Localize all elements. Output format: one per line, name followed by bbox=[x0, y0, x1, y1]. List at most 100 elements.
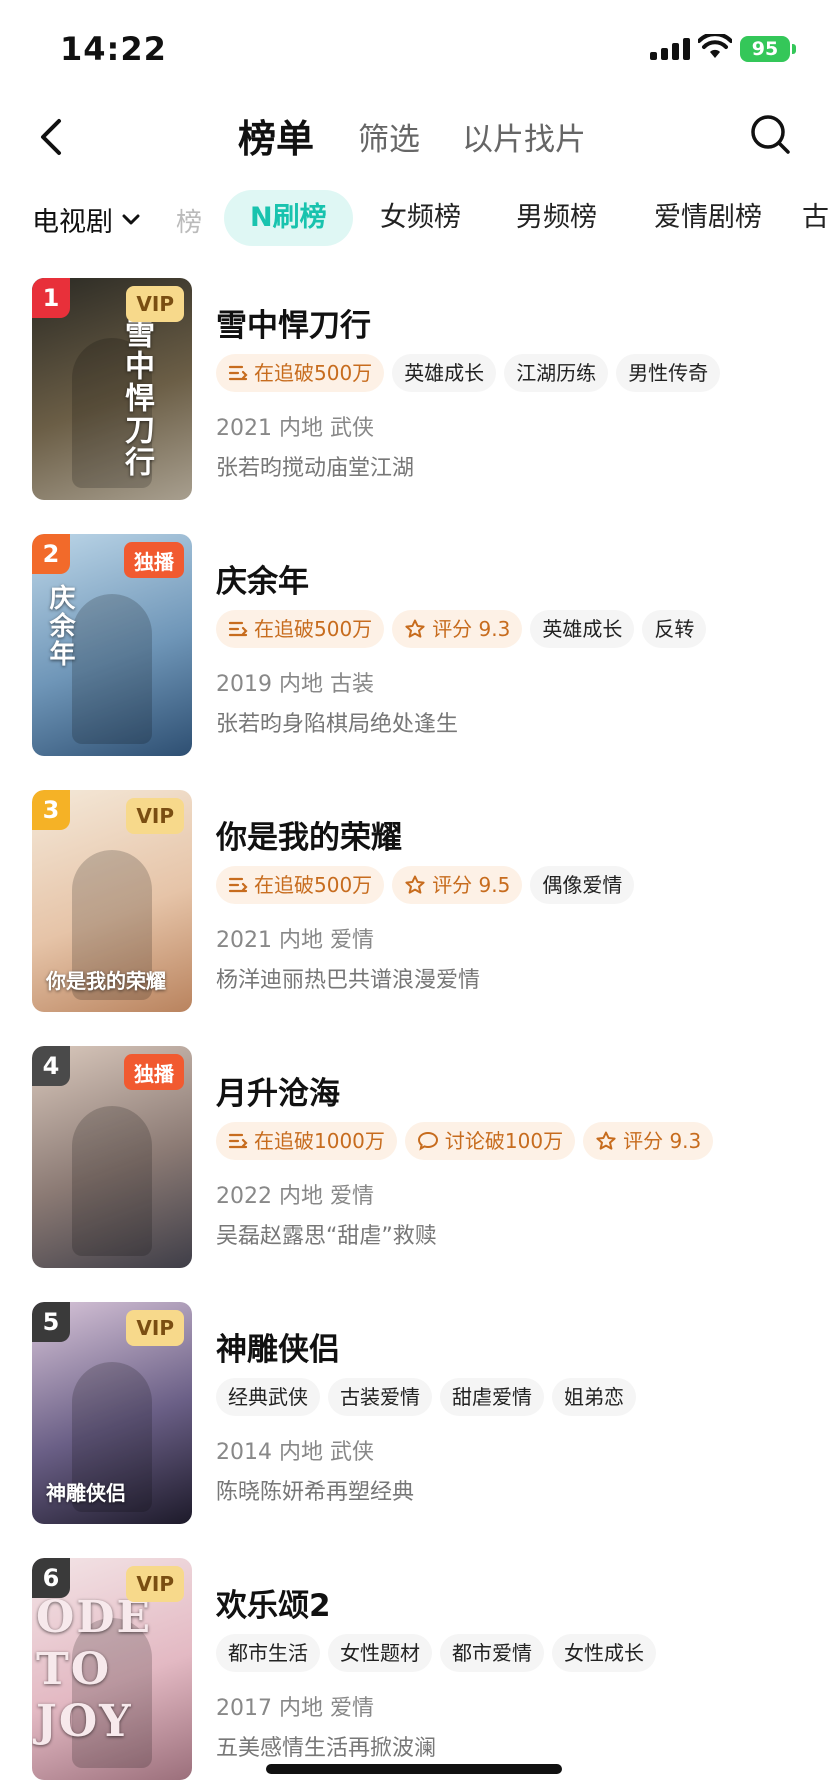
list-item[interactable]: 你是我的荣耀 3 VIP 你是我的荣耀 在追破500万 评分 9.5 偶像爱情 20… bbox=[0, 790, 828, 1020]
dropdown-label: 电视剧 bbox=[32, 207, 113, 238]
show-meta: 2014 内地 武侠 bbox=[216, 1440, 374, 1465]
poster-image[interactable]: ODE TO JOY 6 VIP bbox=[32, 1558, 192, 1780]
poster-figure bbox=[72, 1106, 152, 1256]
tag-chip[interactable]: 江湖历练 bbox=[504, 354, 609, 392]
vip-badge: VIP bbox=[126, 798, 184, 834]
tag-chip[interactable]: 偶像爱情 bbox=[530, 866, 635, 904]
battery-icon: 95 bbox=[740, 36, 796, 62]
tag-chip[interactable]: 反转 bbox=[642, 610, 707, 648]
chevron-left-icon bbox=[41, 119, 61, 155]
tag-chip[interactable]: 甜虐爱情 bbox=[440, 1378, 544, 1416]
show-title[interactable]: 月升沧海 bbox=[216, 1068, 340, 1113]
tag-chip[interactable]: 英雄成长 bbox=[530, 610, 635, 648]
home-indicator bbox=[266, 1764, 562, 1774]
top-nav: 榜单 筛选 以片找片 bbox=[0, 96, 828, 192]
tab-filter[interactable]: 筛选 bbox=[358, 114, 420, 159]
poster-image[interactable]: 神雕侠侣 5 VIP bbox=[32, 1302, 192, 1524]
rank-badge: 6 bbox=[32, 1558, 70, 1598]
show-title[interactable]: 神雕侠侣 bbox=[216, 1324, 340, 1369]
tag-chip-label: 江湖历练 bbox=[516, 361, 597, 385]
content-type-dropdown[interactable]: 电视剧 bbox=[32, 200, 141, 239]
show-description: 陈晓陈妍希再塑经典 bbox=[216, 1480, 415, 1505]
star-icon bbox=[595, 1131, 617, 1151]
tab-male-ranking[interactable]: 男频榜 bbox=[490, 190, 623, 246]
battery-level: 95 bbox=[751, 38, 779, 60]
tag-chips: 在追破500万 评分 9.5 偶像爱情 bbox=[216, 866, 635, 904]
tag-chip-label: 都市生活 bbox=[228, 1641, 308, 1665]
rank-badge: 5 bbox=[32, 1302, 70, 1342]
tag-chip[interactable]: 在追破500万 bbox=[216, 866, 385, 904]
tag-chip-label: 偶像爱情 bbox=[542, 873, 623, 897]
show-title[interactable]: 欢乐颂2 bbox=[216, 1580, 331, 1625]
show-description: 杨洋迪丽热巴共谱浪漫爱情 bbox=[216, 968, 481, 993]
tag-chip[interactable]: 古装爱情 bbox=[328, 1378, 432, 1416]
tag-chips: 在追破500万 评分 9.3 英雄成长 反转 bbox=[216, 610, 707, 648]
tag-chip[interactable]: 女性成长 bbox=[552, 1634, 656, 1672]
exclusive-badge: 独播 bbox=[124, 542, 184, 578]
show-description: 吴磊赵露思“甜虐”救赎 bbox=[216, 1224, 437, 1249]
poster-image[interactable]: 你是我的荣耀 3 VIP bbox=[32, 790, 192, 1012]
tag-chip[interactable]: 英雄成长 bbox=[392, 354, 497, 392]
tab-female-ranking[interactable]: 女频榜 bbox=[354, 190, 487, 246]
tag-chip[interactable]: 经典武侠 bbox=[216, 1378, 320, 1416]
tag-chip-label: 评分 9.3 bbox=[432, 617, 511, 641]
rank-badge: 1 bbox=[32, 278, 70, 318]
poster-title-text: 庆余年 bbox=[45, 584, 75, 668]
tag-chip[interactable]: 在追破500万 bbox=[216, 354, 385, 392]
poster-image[interactable]: 庆余年 2 独播 bbox=[32, 534, 192, 756]
tab-n-rewatch-ranking[interactable]: N刷榜 bbox=[224, 190, 353, 246]
poster-figure bbox=[72, 594, 152, 744]
tag-chip-label: 评分 9.3 bbox=[623, 1129, 702, 1153]
tag-chip-label: 英雄成长 bbox=[404, 361, 485, 385]
tab-partial-right[interactable]: 古 bbox=[792, 190, 828, 246]
chat-icon bbox=[417, 1131, 439, 1151]
search-icon[interactable] bbox=[748, 110, 792, 160]
tag-chip-label: 甜虐爱情 bbox=[452, 1385, 532, 1409]
tag-chip[interactable]: 讨论破100万 bbox=[404, 1122, 576, 1160]
tag-chip[interactable]: 女性题材 bbox=[328, 1634, 432, 1672]
vip-badge: VIP bbox=[126, 1310, 184, 1346]
rank-badge: 3 bbox=[32, 790, 70, 830]
tag-chip-label: 女性成长 bbox=[564, 1641, 644, 1665]
tag-chip[interactable]: 都市爱情 bbox=[440, 1634, 544, 1672]
status-time: 14:22 bbox=[60, 30, 167, 68]
poster-image[interactable]: 4 独播 bbox=[32, 1046, 192, 1268]
tag-chip[interactable]: 姐弟恋 bbox=[552, 1378, 636, 1416]
tag-chip[interactable]: 评分 9.5 bbox=[392, 866, 523, 904]
list-item[interactable]: 庆余年 2 独播 庆余年 在追破500万 评分 9.3 英雄成长 反转 2019 内地… bbox=[0, 534, 828, 764]
tag-chip-label: 姐弟恋 bbox=[564, 1385, 624, 1409]
status-bar: 14:22 95 bbox=[0, 0, 828, 96]
tag-chip-label: 在追破1000万 bbox=[254, 1129, 385, 1153]
back-button[interactable] bbox=[30, 112, 70, 162]
tag-chip-label: 评分 9.5 bbox=[432, 873, 511, 897]
poster-image[interactable]: 雪中悍刀行 1 VIP bbox=[32, 278, 192, 500]
show-description: 张若昀身陷棋局绝处逢生 bbox=[216, 712, 459, 737]
show-description: 张若昀搅动庙堂江湖 bbox=[216, 456, 415, 481]
tab-partial-hidden[interactable]: 榜 bbox=[176, 202, 202, 239]
show-title[interactable]: 你是我的荣耀 bbox=[216, 812, 402, 857]
list-item[interactable]: 神雕侠侣 5 VIP 神雕侠侣 经典武侠 古装爱情 甜虐爱情 姐弟恋 2014 内地 … bbox=[0, 1302, 828, 1532]
vip-badge: VIP bbox=[126, 1566, 184, 1602]
tab-romance-ranking[interactable]: 爱情剧榜 bbox=[628, 190, 788, 246]
poster-title-text: 雪中悍刀行 bbox=[119, 318, 154, 478]
tag-chip[interactable]: 评分 9.3 bbox=[392, 610, 523, 648]
tag-chip-label: 在追破500万 bbox=[254, 873, 373, 897]
tab-rankings[interactable]: 榜单 bbox=[238, 108, 314, 163]
tag-chip[interactable]: 都市生活 bbox=[216, 1634, 320, 1672]
tag-chip[interactable]: 在追破500万 bbox=[216, 610, 385, 648]
show-title[interactable]: 雪中悍刀行 bbox=[216, 300, 371, 345]
list-item[interactable]: 4 独播 月升沧海 在追破1000万 讨论破100万 评分 9.3 2022 内地 … bbox=[0, 1046, 828, 1276]
ranking-category-tabs: 电视剧 榜 N刷榜 女频榜 男频榜 爱情剧榜 古 bbox=[0, 190, 828, 260]
tag-chip[interactable]: 男性传奇 bbox=[616, 354, 721, 392]
tab-find-by-clip[interactable]: 以片找片 bbox=[462, 114, 586, 159]
poster-title-text: ODE TO JOY bbox=[36, 1592, 153, 1747]
tag-chips: 经典武侠 古装爱情 甜虐爱情 姐弟恋 bbox=[216, 1378, 636, 1416]
list-item[interactable]: 雪中悍刀行 1 VIP 雪中悍刀行 在追破500万 英雄成长 江湖历练 男性传奇 20… bbox=[0, 278, 828, 508]
show-title[interactable]: 庆余年 bbox=[216, 556, 309, 601]
tag-chip[interactable]: 评分 9.3 bbox=[583, 1122, 714, 1160]
show-description: 五美感情生活再掀波澜 bbox=[216, 1736, 437, 1761]
star-icon bbox=[404, 619, 426, 639]
tag-chip[interactable]: 在追破1000万 bbox=[216, 1122, 397, 1160]
tag-chip-label: 古装爱情 bbox=[340, 1385, 420, 1409]
list-item[interactable]: ODE TO JOY 6 VIP 欢乐颂2 都市生活 女性题材 都市爱情 女性成长 2… bbox=[0, 1558, 828, 1788]
